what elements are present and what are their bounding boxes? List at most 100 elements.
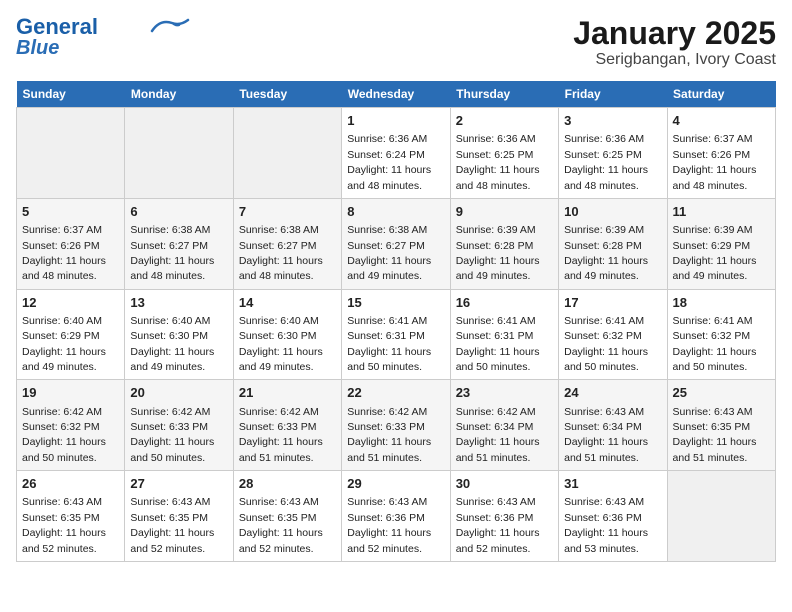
page-header: General Blue January 2025 Serigbangan, I… [16,16,776,69]
day-info: Sunrise: 6:39 AM Sunset: 6:29 PM Dayligh… [673,224,757,282]
day-info: Sunrise: 6:43 AM Sunset: 6:35 PM Dayligh… [22,496,106,554]
day-number: 31 [564,475,661,493]
day-info: Sunrise: 6:41 AM Sunset: 6:31 PM Dayligh… [347,315,431,373]
calendar-cell [667,471,775,562]
logo-blue-text: Blue [16,38,59,58]
day-number: 13 [130,294,227,312]
calendar-week-row: 1 Sunrise: 6:36 AM Sunset: 6:24 PM Daylig… [17,108,776,199]
weekday-header-sunday: Sunday [17,81,125,108]
calendar-cell: 29Sunrise: 6:43 AM Sunset: 6:36 PM Dayli… [342,471,450,562]
day-number: 22 [347,384,444,402]
day-number: 1 [347,112,444,130]
calendar-cell: 20 Sunrise: 6:42 AM Sunset: 6:33 PM Dayli… [125,380,233,471]
day-number: 20 [130,384,227,402]
day-info: Sunrise: 6:42 AM Sunset: 6:33 PM Dayligh… [130,406,214,464]
day-number: 24 [564,384,661,402]
calendar-cell: 4Sunrise: 6:37 AM Sunset: 6:26 PM Daylig… [667,108,775,199]
calendar-cell: 11 Sunrise: 6:39 AM Sunset: 6:29 PM Dayli… [667,198,775,289]
day-info: Sunrise: 6:43 AM Sunset: 6:34 PM Dayligh… [564,406,648,464]
calendar-week-row: 19 Sunrise: 6:42 AM Sunset: 6:32 PM Dayli… [17,380,776,471]
calendar-week-row: 5Sunrise: 6:37 AM Sunset: 6:26 PM Daylig… [17,198,776,289]
calendar-cell: 9 Sunrise: 6:39 AM Sunset: 6:28 PM Daylig… [450,198,558,289]
day-number: 10 [564,203,661,221]
day-number: 18 [673,294,770,312]
calendar-cell: 5Sunrise: 6:37 AM Sunset: 6:26 PM Daylig… [17,198,125,289]
title-block: January 2025 Serigbangan, Ivory Coast [573,16,776,69]
calendar-cell: 22 Sunrise: 6:42 AM Sunset: 6:33 PM Dayli… [342,380,450,471]
calendar-cell: 31 Sunrise: 6:43 AM Sunset: 6:36 PM Dayli… [559,471,667,562]
day-info: Sunrise: 6:43 AM Sunset: 6:36 PM Dayligh… [347,496,431,554]
day-number: 3 [564,112,661,130]
weekday-header-saturday: Saturday [667,81,775,108]
day-info: Sunrise: 6:41 AM Sunset: 6:32 PM Dayligh… [564,315,648,373]
day-info: Sunrise: 6:41 AM Sunset: 6:31 PM Dayligh… [456,315,540,373]
day-info: Sunrise: 6:43 AM Sunset: 6:36 PM Dayligh… [564,496,648,554]
logo-text: General [16,16,98,38]
day-info: Sunrise: 6:41 AM Sunset: 6:32 PM Dayligh… [673,315,757,373]
day-info: Sunrise: 6:42 AM Sunset: 6:33 PM Dayligh… [347,406,431,464]
day-info: Sunrise: 6:42 AM Sunset: 6:32 PM Dayligh… [22,406,106,464]
day-number: 14 [239,294,336,312]
calendar-cell: 17 Sunrise: 6:41 AM Sunset: 6:32 PM Dayli… [559,289,667,380]
calendar-cell: 7 Sunrise: 6:38 AM Sunset: 6:27 PM Daylig… [233,198,341,289]
day-info: Sunrise: 6:43 AM Sunset: 6:36 PM Dayligh… [456,496,540,554]
weekday-header-row: SundayMondayTuesdayWednesdayThursdayFrid… [17,81,776,108]
day-number: 28 [239,475,336,493]
weekday-header-tuesday: Tuesday [233,81,341,108]
day-number: 17 [564,294,661,312]
calendar-cell: 19 Sunrise: 6:42 AM Sunset: 6:32 PM Dayli… [17,380,125,471]
day-number: 21 [239,384,336,402]
day-number: 12 [22,294,119,312]
weekday-header-monday: Monday [125,81,233,108]
day-info: Sunrise: 6:40 AM Sunset: 6:30 PM Dayligh… [130,315,214,373]
calendar-cell: 18 Sunrise: 6:41 AM Sunset: 6:32 PM Dayli… [667,289,775,380]
calendar-cell: 6 Sunrise: 6:38 AM Sunset: 6:27 PM Daylig… [125,198,233,289]
day-info: Sunrise: 6:43 AM Sunset: 6:35 PM Dayligh… [673,406,757,464]
day-info: Sunrise: 6:43 AM Sunset: 6:35 PM Dayligh… [239,496,323,554]
day-info: Sunrise: 6:38 AM Sunset: 6:27 PM Dayligh… [130,224,214,282]
day-number: 25 [673,384,770,402]
day-number: 9 [456,203,553,221]
calendar-cell: 8Sunrise: 6:38 AM Sunset: 6:27 PM Daylig… [342,198,450,289]
day-number: 4 [673,112,770,130]
day-info: Sunrise: 6:37 AM Sunset: 6:26 PM Dayligh… [22,224,106,282]
day-info: Sunrise: 6:38 AM Sunset: 6:27 PM Dayligh… [239,224,323,282]
calendar-cell [233,108,341,199]
calendar-cell: 28 Sunrise: 6:43 AM Sunset: 6:35 PM Dayli… [233,471,341,562]
calendar-cell: 3 Sunrise: 6:36 AM Sunset: 6:25 PM Daylig… [559,108,667,199]
day-info: Sunrise: 6:42 AM Sunset: 6:33 PM Dayligh… [239,406,323,464]
calendar-cell: 12Sunrise: 6:40 AM Sunset: 6:29 PM Dayli… [17,289,125,380]
day-number: 16 [456,294,553,312]
day-info: Sunrise: 6:36 AM Sunset: 6:25 PM Dayligh… [456,133,540,191]
day-number: 7 [239,203,336,221]
calendar-cell: 14Sunrise: 6:40 AM Sunset: 6:30 PM Dayli… [233,289,341,380]
day-number: 8 [347,203,444,221]
calendar-week-row: 26 Sunrise: 6:43 AM Sunset: 6:35 PM Dayli… [17,471,776,562]
day-info: Sunrise: 6:36 AM Sunset: 6:24 PM Dayligh… [347,133,431,191]
weekday-header-wednesday: Wednesday [342,81,450,108]
day-number: 11 [673,203,770,221]
calendar-subtitle: Serigbangan, Ivory Coast [573,51,776,69]
logo: General Blue [16,16,190,58]
day-number: 30 [456,475,553,493]
weekday-header-friday: Friday [559,81,667,108]
calendar-cell [17,108,125,199]
day-number: 6 [130,203,227,221]
calendar-cell: 13 Sunrise: 6:40 AM Sunset: 6:30 PM Dayli… [125,289,233,380]
calendar-cell: 16 Sunrise: 6:41 AM Sunset: 6:31 PM Dayli… [450,289,558,380]
calendar-cell: 27Sunrise: 6:43 AM Sunset: 6:35 PM Dayli… [125,471,233,562]
calendar-cell: 2 Sunrise: 6:36 AM Sunset: 6:25 PM Daylig… [450,108,558,199]
calendar-cell: 26 Sunrise: 6:43 AM Sunset: 6:35 PM Dayli… [17,471,125,562]
calendar-cell [125,108,233,199]
day-info: Sunrise: 6:39 AM Sunset: 6:28 PM Dayligh… [564,224,648,282]
day-number: 23 [456,384,553,402]
day-info: Sunrise: 6:39 AM Sunset: 6:28 PM Dayligh… [456,224,540,282]
day-info: Sunrise: 6:36 AM Sunset: 6:25 PM Dayligh… [564,133,648,191]
day-number: 19 [22,384,119,402]
day-number: 2 [456,112,553,130]
calendar-cell: 30 Sunrise: 6:43 AM Sunset: 6:36 PM Dayli… [450,471,558,562]
calendar-cell: 10 Sunrise: 6:39 AM Sunset: 6:28 PM Dayli… [559,198,667,289]
day-number: 26 [22,475,119,493]
calendar-cell: 23Sunrise: 6:42 AM Sunset: 6:34 PM Dayli… [450,380,558,471]
calendar-cell: 21 Sunrise: 6:42 AM Sunset: 6:33 PM Dayli… [233,380,341,471]
